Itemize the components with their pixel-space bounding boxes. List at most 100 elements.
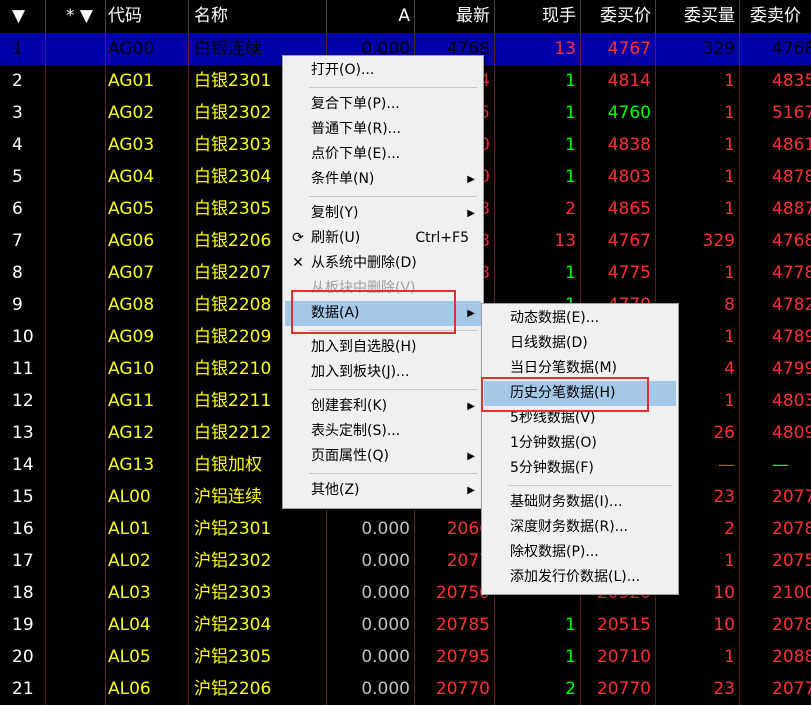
- name-cell: 沪铝2206: [189, 673, 327, 705]
- hand-cell: 2: [495, 193, 581, 225]
- menu-item-open[interactable]: 打开(O)...: [285, 58, 481, 83]
- bid-qty-cell: 329: [656, 225, 740, 257]
- menu-item-label: 普通下单(R)...: [311, 121, 402, 137]
- code-cell: AG06: [106, 225, 189, 257]
- menu-item-label: 5秒线数据(V): [510, 410, 596, 426]
- menu-item-normal-order[interactable]: 普通下单(R)...: [285, 117, 481, 142]
- header-ask[interactable]: 委卖价: [740, 0, 811, 33]
- hand-cell: 1: [495, 161, 581, 193]
- ask-cell: 20780: [772, 615, 811, 635]
- header-star[interactable]: * ▼: [46, 0, 106, 33]
- row-number: 6: [0, 193, 46, 225]
- header-bid[interactable]: 委买价: [581, 0, 656, 33]
- star-cell: [46, 673, 106, 705]
- hand-cell: 1: [495, 609, 581, 641]
- context-menu: 打开(O)... 复合下单(P)... 普通下单(R)... 点价下单(E)... 条件…: [282, 55, 484, 509]
- header-last[interactable]: 最新: [415, 0, 495, 33]
- header-bid-qty[interactable]: 委买量: [656, 0, 740, 33]
- hand-cell: 2: [495, 673, 581, 705]
- star-cell: [46, 193, 106, 225]
- menu-item-page-props[interactable]: 页面属性(Q) ▶: [285, 444, 481, 469]
- menu-item-add-block[interactable]: 加入到板块(J)...: [285, 360, 481, 385]
- code-cell: AG01: [106, 65, 189, 97]
- bid-cell: 20770: [581, 673, 656, 705]
- ask-cell: 4789: [772, 327, 811, 347]
- menu-item-add-watchlist[interactable]: 加入到自选股(H): [285, 335, 481, 360]
- menu-item-basic-finance[interactable]: 基础财务数据(I)...: [484, 490, 676, 515]
- menu-separator: [309, 87, 477, 88]
- ask-cell: 4861: [772, 135, 811, 155]
- name-cell: 沪铝2302: [189, 545, 327, 577]
- code-cell: AG10: [106, 353, 189, 385]
- ask-cell: 4782: [772, 295, 811, 315]
- header-code[interactable]: 代码: [106, 0, 189, 33]
- menu-item-label: 刷新(U): [311, 230, 361, 246]
- menu-item-issue-price-data[interactable]: 添加发行价数据(L)...: [484, 565, 676, 590]
- menu-item-copy[interactable]: 复制(Y) ▶: [285, 201, 481, 226]
- star-cell: [46, 225, 106, 257]
- bid-qty-cell: 1: [656, 641, 740, 673]
- highlight-box-data: [291, 290, 456, 334]
- menu-item-click-price-order[interactable]: 点价下单(E)...: [285, 142, 481, 167]
- menu-item-label: 其他(Z): [311, 482, 360, 498]
- menu-item-exright-data[interactable]: 除权数据(P)...: [484, 540, 676, 565]
- menu-item-label: 加入到自选股(H): [311, 339, 417, 355]
- ask-cell: 4778: [772, 263, 811, 283]
- hand-cell: 1: [495, 65, 581, 97]
- bid-cell: 4814: [581, 65, 656, 97]
- header-name[interactable]: 名称: [189, 0, 327, 33]
- bid-qty-cell: 1: [656, 129, 740, 161]
- code-cell: AG00: [106, 33, 189, 65]
- menu-item-dynamic-data[interactable]: 动态数据(E)...: [484, 306, 676, 331]
- code-cell: AG08: [106, 289, 189, 321]
- menu-item-header-custom[interactable]: 表头定制(S)...: [285, 419, 481, 444]
- ask-cell: 4768: [772, 39, 811, 59]
- menu-item-other[interactable]: 其他(Z) ▶: [285, 478, 481, 503]
- star-cell: [46, 609, 106, 641]
- table-row[interactable]: 16AL01沪铝23010.0002066220785: [0, 513, 811, 545]
- table-header: ▼ * ▼ 代码 名称 A 最新 现手 委买价 委买量 委卖价: [0, 0, 811, 33]
- menu-item-deep-finance[interactable]: 深度财务数据(R)...: [484, 515, 676, 540]
- code-cell: AG09: [106, 321, 189, 353]
- menu-item-label: 加入到板块(J)...: [311, 364, 410, 380]
- table-row[interactable]: 18AL03沪铝23030.00020750205201021000: [0, 577, 811, 609]
- hand-cell: 1: [495, 129, 581, 161]
- menu-item-label: 打开(O)...: [311, 62, 375, 78]
- code-cell: AG04: [106, 161, 189, 193]
- delete-x-icon: ✕: [292, 255, 304, 271]
- header-hand[interactable]: 现手: [495, 0, 581, 33]
- code-cell: AL03: [106, 577, 189, 609]
- hand-cell: 1: [495, 257, 581, 289]
- code-cell: AL00: [106, 481, 189, 513]
- table-row[interactable]: 21AL06沪铝22060.000207702207702320775: [0, 673, 811, 705]
- row-number: 20: [0, 641, 46, 673]
- bid-qty-cell: 23: [656, 673, 740, 705]
- code-cell: AL01: [106, 513, 189, 545]
- menu-item-label: 动态数据(E)...: [510, 310, 600, 326]
- star-cell: [46, 513, 106, 545]
- menu-separator: [309, 196, 477, 197]
- submenu-arrow-icon: ▶: [467, 174, 475, 185]
- menu-item-conditional-order[interactable]: 条件单(N) ▶: [285, 167, 481, 192]
- table-row[interactable]: 17AL02沪铝23020.0002077120750: [0, 545, 811, 577]
- menu-item-1m-data[interactable]: 1分钟数据(O): [484, 431, 676, 456]
- star-cell: [46, 353, 106, 385]
- header-a[interactable]: A: [327, 0, 415, 33]
- star-cell: [46, 577, 106, 609]
- bid-qty-cell: 1: [656, 257, 740, 289]
- star-cell: [46, 321, 106, 353]
- ask-cell: 4803: [772, 391, 811, 411]
- menu-item-compound-order[interactable]: 复合下单(P)...: [285, 92, 481, 117]
- menu-item-delete-system[interactable]: 从系统中删除(D) ✕: [285, 251, 481, 276]
- last-price-cell: 20785: [415, 609, 495, 641]
- menu-item-label: 日线数据(D): [510, 335, 588, 351]
- header-row-number[interactable]: ▼: [0, 0, 46, 33]
- highlight-box-history-tick: [481, 377, 649, 412]
- menu-item-daily-data[interactable]: 日线数据(D): [484, 331, 676, 356]
- table-row[interactable]: 20AL05沪铝23050.00020795120710120880: [0, 641, 811, 673]
- menu-item-create-arbitrage[interactable]: 创建套利(K) ▶: [285, 394, 481, 419]
- menu-item-5m-data[interactable]: 5分钟数据(F): [484, 456, 676, 481]
- menu-item-refresh[interactable]: 刷新(U) ⟳ Ctrl+F5: [285, 226, 481, 251]
- table-row[interactable]: 19 AL04沪铝23040.0002078512051510 20780: [0, 609, 811, 641]
- star-cell: [46, 481, 106, 513]
